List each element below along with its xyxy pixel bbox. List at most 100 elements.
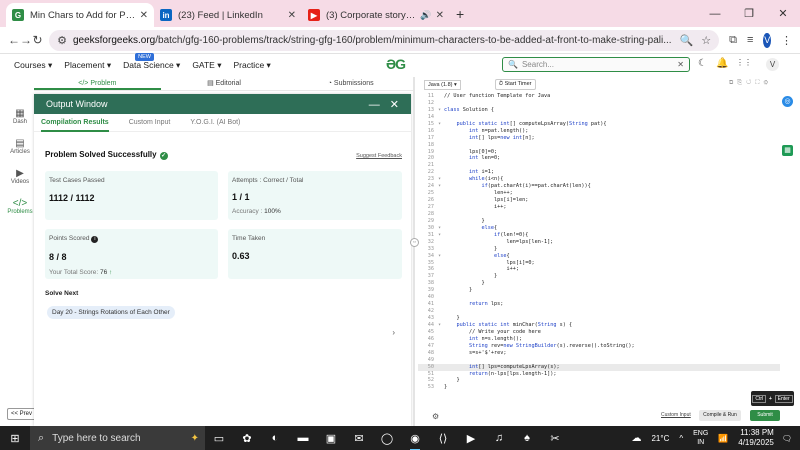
forward-icon[interactable]: → (20, 33, 32, 47)
code-line[interactable]: 24 ▾ if(pat.charAt(i)==pat.charAt(len)){ (418, 183, 780, 190)
sidebar-item-videos[interactable]: ▶ Videos (6, 163, 34, 193)
code-line[interactable]: 47 String rev=new StringBuilder(s).rever… (418, 343, 780, 350)
code-line[interactable]: 44 ▾ public static int minChar(String s) … (418, 322, 780, 329)
code-line[interactable]: 41 return lps; (418, 301, 780, 308)
network-icon[interactable]: 📶 (718, 434, 728, 443)
editor-action-icons[interactable]: ⧉⎘↺⛶⚙ (729, 80, 772, 87)
windows-start-icon[interactable]: ⊞ (0, 432, 30, 445)
store-icon[interactable]: ▣ (317, 432, 345, 445)
code-line[interactable]: 37 } (418, 273, 780, 280)
tab-problem[interactable]: </> Problem (34, 77, 161, 90)
fold-icon[interactable] (438, 357, 444, 364)
media-player-icon[interactable]: ▶ (457, 432, 485, 445)
whatsapp-icon[interactable]: ◯ (373, 432, 401, 445)
copilot-app-icon[interactable]: ✿ (233, 432, 261, 445)
code-line[interactable]: 53} (418, 384, 780, 391)
minimize-icon[interactable]: — (698, 8, 732, 20)
code-line[interactable]: 32 len=lps[len-1]; (418, 239, 780, 246)
language-select[interactable]: Java (1.8) ▾ (424, 79, 461, 90)
browser-profile-avatar[interactable]: V (763, 32, 771, 48)
menu-placement[interactable]: Placement ▾ (64, 60, 111, 71)
code-line[interactable]: 39 } (418, 287, 780, 294)
code-line[interactable]: 13 ▾ class Solution { (418, 107, 780, 114)
panel-divider[interactable] (413, 77, 415, 426)
tab-compilation-results[interactable]: Compilation Results (41, 114, 109, 132)
tab-editorial[interactable]: ▤ Editorial (161, 77, 288, 90)
code-line[interactable]: 38 } (418, 280, 780, 287)
apps-grid-icon[interactable]: ⋮⋮ (736, 58, 752, 67)
back-icon[interactable]: ← (8, 33, 20, 47)
sidebar-item-dash[interactable]: ▦ Dash (6, 103, 34, 133)
suggest-feedback-link[interactable]: Suggest Feedback (356, 153, 402, 159)
code-line[interactable]: 42 (418, 308, 780, 315)
chrome-icon[interactable]: ◉ (401, 432, 429, 450)
language-indicator[interactable]: ENG IN (693, 429, 708, 447)
code-line[interactable]: 52 } (418, 377, 780, 384)
weather-temp[interactable]: 21°C (651, 434, 669, 443)
file-explorer-icon[interactable]: ▬ (289, 432, 317, 444)
taskbar-search[interactable]: ⌕ Type here to search ✦ (30, 426, 205, 450)
code-line[interactable]: 16 int n=pat.length(); (418, 128, 780, 135)
start-timer-button[interactable]: ⏱ Start Timer (494, 79, 536, 90)
notification-bell-icon[interactable]: 🔔 (716, 58, 728, 69)
close-panel-icon[interactable]: ✕ (390, 99, 399, 111)
menu-data-science[interactable]: NEW Data Science ▾ (123, 52, 180, 71)
site-info-icon[interactable]: ⚙ (57, 34, 67, 47)
minimize-panel-icon[interactable]: — (369, 99, 380, 111)
weather-icon[interactable]: ☁ (631, 433, 641, 444)
fold-icon[interactable] (438, 211, 444, 218)
url-bar[interactable]: ⚙ geeksforgeeks.org/batch/gfg-160-proble… (49, 29, 720, 51)
fold-icon[interactable] (438, 294, 444, 301)
code-line[interactable]: 21 (418, 162, 780, 169)
info-icon[interactable]: i (91, 236, 99, 243)
zoom-icon[interactable]: 🔍 (680, 34, 694, 47)
code-line[interactable]: 29 } (418, 218, 780, 225)
chevron-right-icon[interactable]: › (392, 328, 395, 337)
vscode-icon[interactable]: ⟨⟩ (429, 432, 457, 445)
tab-submissions[interactable]: ◔ Submissions (287, 77, 414, 90)
close-tab-icon[interactable]: ✕ (288, 10, 296, 21)
solitaire-icon[interactable]: ♠ (513, 432, 541, 444)
next-problem-chip[interactable]: Day 20 - Strings Rotations of Each Other (47, 306, 175, 319)
code-line[interactable]: 22 int i=1; (418, 169, 780, 176)
tab-custom-input[interactable]: Custom Input (129, 114, 171, 132)
browser-tab-youtube[interactable]: ▶ (3) Corporate story | Standu 🔊 ✕ (302, 3, 450, 27)
code-line[interactable]: 17 int[] lps=new int[n]; (418, 135, 780, 142)
close-tab-icon[interactable]: ✕ (436, 10, 444, 21)
copilot-icon[interactable]: ◎ (782, 96, 793, 107)
theme-toggle-icon[interactable]: ☾ (698, 58, 707, 69)
window-close-icon[interactable]: ✕ (766, 7, 800, 20)
fold-icon[interactable] (438, 308, 444, 315)
browser-tab-palindrome[interactable]: G Min Chars to Add for Palindrom ✕ (6, 3, 154, 27)
task-view-icon[interactable]: ▭ (205, 432, 233, 445)
code-line[interactable]: 46 int n=s.length(); (418, 336, 780, 343)
fold-icon[interactable] (438, 142, 444, 149)
browser-menu-icon[interactable]: ⋮ (781, 34, 792, 47)
spotify-icon[interactable]: ♫ (485, 432, 513, 444)
media-icon[interactable]: ≡ (747, 34, 753, 46)
code-line[interactable]: 28 (418, 211, 780, 218)
clear-search-icon[interactable]: ✕ (677, 60, 684, 69)
code-line[interactable]: 43 } (418, 315, 780, 322)
code-line[interactable]: 20 int len=0; (418, 155, 780, 162)
sheets-icon[interactable]: ▦ (782, 145, 793, 156)
reload-icon[interactable]: ↻ (32, 33, 43, 47)
sidebar-item-articles[interactable]: ▤ Articles (6, 133, 34, 163)
browser-tab-linkedin[interactable]: in (23) Feed | LinkedIn ✕ (154, 3, 302, 27)
menu-practice[interactable]: Practice ▾ (233, 60, 270, 71)
tab-yogi-ai-bot[interactable]: Y.O.G.I. (AI Bot) (190, 114, 240, 132)
code-line[interactable]: 35 lps[i]=0; (418, 260, 780, 267)
compile-run-button[interactable]: Compile & Run (699, 410, 741, 421)
code-line[interactable]: 34 ▾ else{ (418, 253, 780, 260)
new-tab-icon[interactable]: + (456, 6, 464, 22)
code-line[interactable]: 15 ▾ public static int[] computeLpsArray(… (418, 121, 780, 128)
code-line[interactable]: 36 i++; (418, 266, 780, 273)
bookmark-star-icon[interactable]: ☆ (701, 34, 711, 47)
code-line[interactable]: 25 len++; (418, 190, 780, 197)
gfg-logo[interactable]: ƏG (386, 56, 406, 72)
tray-chevron-icon[interactable]: ^ (679, 434, 683, 443)
prev-button[interactable]: << Prev (7, 408, 37, 420)
restore-icon[interactable]: ❐ (732, 7, 766, 20)
code-line[interactable]: 12 (418, 100, 780, 107)
custom-input-link[interactable]: Custom Input (661, 412, 691, 418)
